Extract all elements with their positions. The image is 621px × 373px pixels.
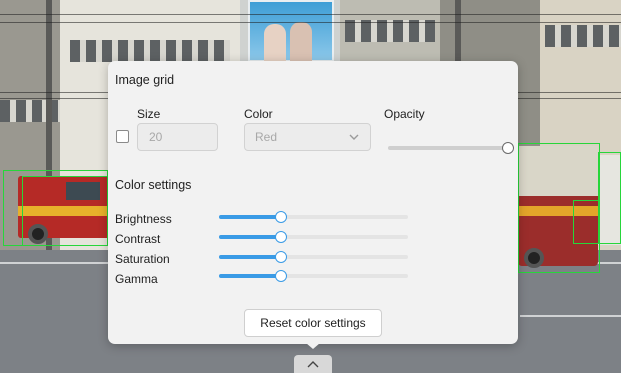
slider-thumb[interactable] <box>275 251 288 263</box>
contrast-slider[interactable] <box>219 231 408 243</box>
reset-color-settings-button[interactable]: Reset color settings <box>244 309 382 337</box>
slider-thumb[interactable] <box>275 270 288 282</box>
detection-box <box>598 152 621 244</box>
slider-fill <box>219 274 282 278</box>
building-windows <box>70 40 230 62</box>
chevron-down-icon <box>349 134 359 140</box>
power-line <box>0 14 621 15</box>
slider-thumb[interactable] <box>275 211 288 223</box>
detection-box <box>22 176 108 246</box>
grid-color-value: Red <box>255 130 278 144</box>
color-settings-heading: Color settings <box>115 178 192 192</box>
slider-fill <box>219 255 282 259</box>
panel-pointer <box>306 343 320 349</box>
opacity-slider[interactable] <box>388 142 514 154</box>
opacity-label: Opacity <box>384 107 425 121</box>
image-grid-checkbox[interactable] <box>116 130 129 143</box>
size-label: Size <box>137 107 161 121</box>
building-windows <box>545 25 621 47</box>
building-windows <box>345 20 435 42</box>
gamma-label: Gamma <box>115 272 158 286</box>
detection-box <box>573 200 599 244</box>
billboard-person <box>264 24 286 62</box>
gamma-slider[interactable] <box>219 270 408 282</box>
billboard-person <box>290 22 312 62</box>
brightness-slider[interactable] <box>219 211 408 223</box>
chevron-up-icon <box>307 361 319 368</box>
image-settings-panel: Image grid Size Color Opacity 20 Red Col… <box>108 61 518 344</box>
image-grid-heading: Image grid <box>115 73 175 87</box>
brightness-label: Brightness <box>115 212 172 226</box>
contrast-label: Contrast <box>115 232 161 246</box>
slider-track <box>388 146 508 150</box>
lane-line <box>520 315 621 317</box>
grid-color-select[interactable]: Red <box>244 123 371 151</box>
saturation-slider[interactable] <box>219 251 408 263</box>
billboard <box>248 0 334 62</box>
slider-thumb[interactable] <box>502 142 514 154</box>
grid-size-input[interactable]: 20 <box>137 123 218 151</box>
slider-fill <box>219 235 282 239</box>
toggle-panel-button[interactable] <box>294 355 332 373</box>
slider-fill <box>219 215 282 219</box>
color-label: Color <box>244 107 273 121</box>
saturation-label: Saturation <box>115 252 170 266</box>
slider-thumb[interactable] <box>275 231 288 243</box>
power-line <box>0 22 621 23</box>
